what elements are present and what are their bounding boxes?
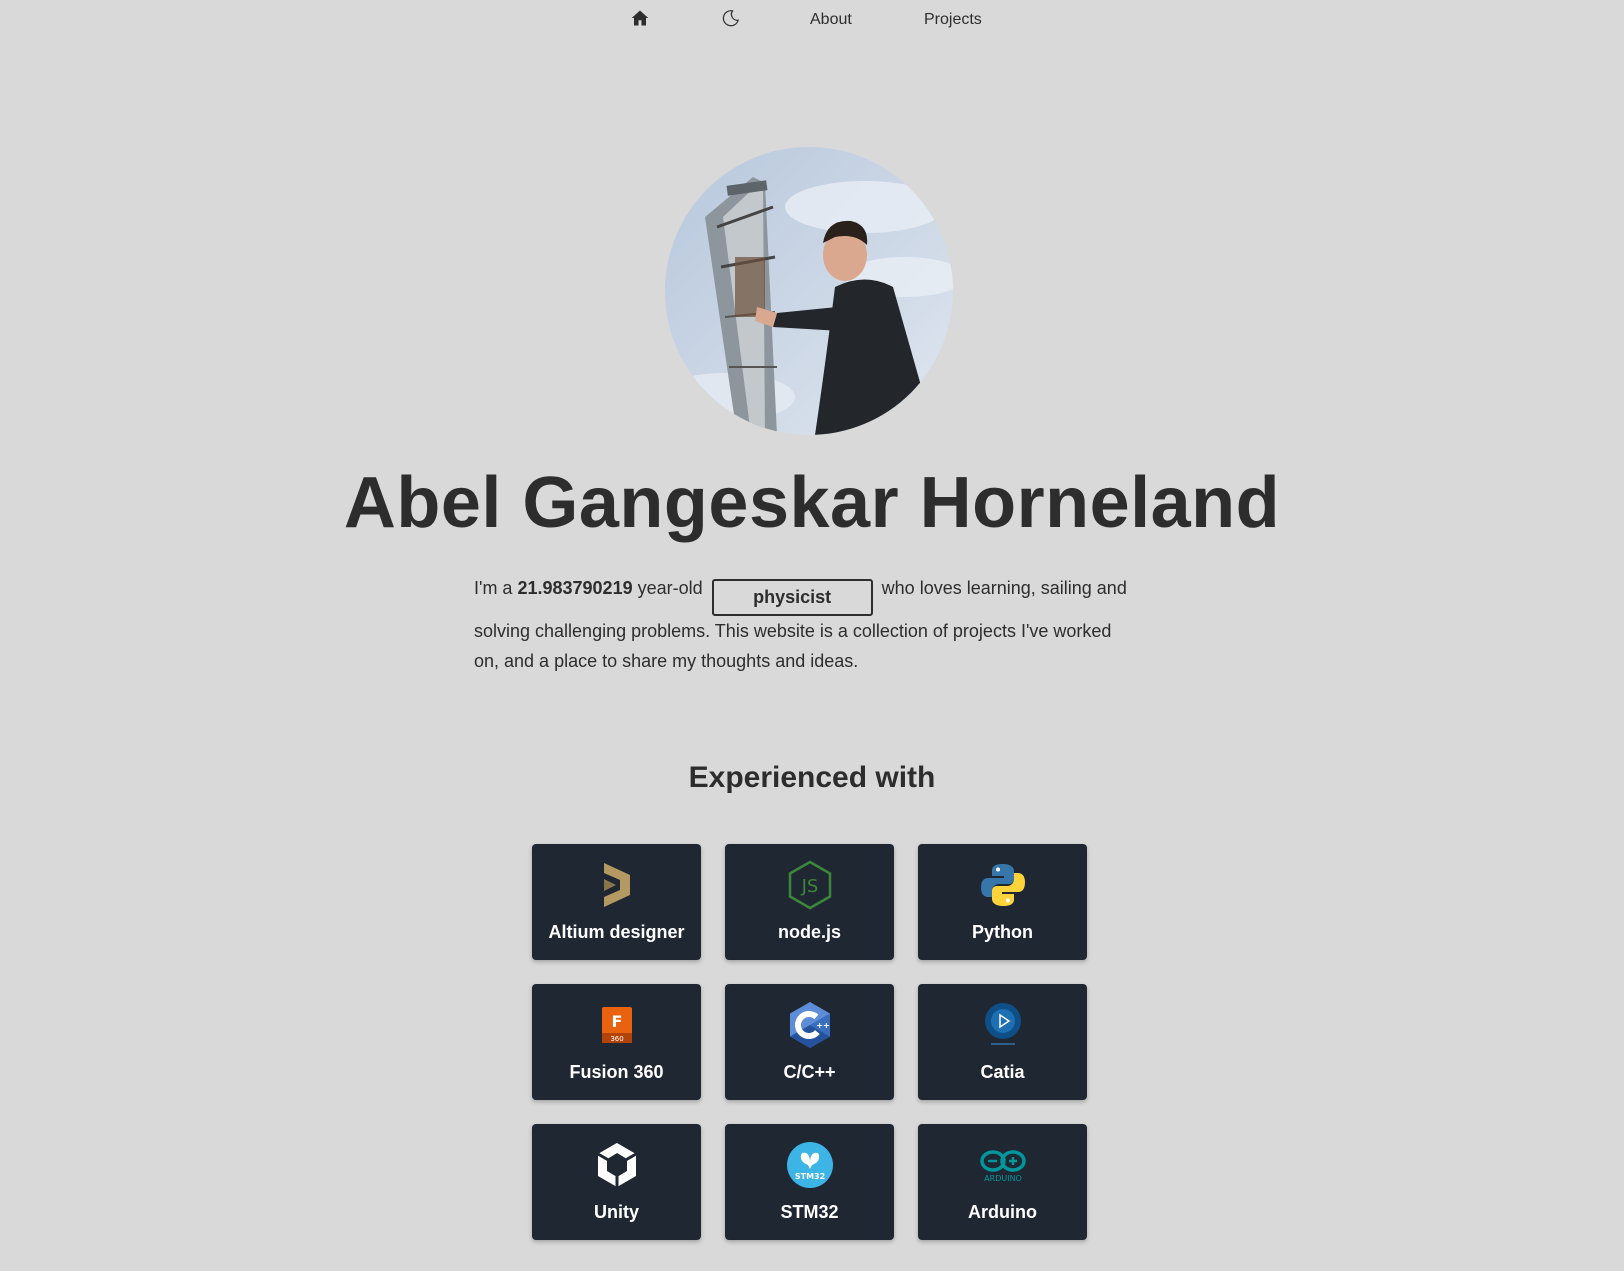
stm32-icon: STM32 — [785, 1140, 835, 1190]
skill-label: Altium designer — [548, 922, 685, 942]
page-title: Abel Gangeskar Horneland — [343, 463, 1281, 543]
svg-text:JS: JS — [800, 876, 818, 897]
svg-text:ARDUINO: ARDUINO — [984, 1174, 1022, 1183]
skill-label: Catia — [980, 1062, 1025, 1082]
unity-icon — [592, 1140, 642, 1190]
skill-card-nodejs[interactable]: JS node.js — [725, 844, 894, 960]
age-suffix: year-old — [637, 578, 703, 598]
profile-photo — [665, 147, 953, 435]
skill-label: C/C++ — [783, 1062, 836, 1082]
skill-label: node.js — [777, 922, 841, 942]
home-link[interactable] — [628, 8, 652, 32]
skills-heading: Experienced with — [688, 761, 936, 794]
skill-label: Fusion 360 — [569, 1062, 664, 1082]
catia-icon — [978, 1000, 1028, 1050]
age-value: 21.983790219 — [517, 578, 633, 598]
skill-card-arduino[interactable]: ARDUINO Arduino — [918, 1124, 1087, 1240]
skill-label: Arduino — [968, 1202, 1037, 1222]
svg-text:F: F — [611, 1012, 622, 1031]
skill-label: Python — [972, 922, 1033, 942]
nav-projects-link[interactable]: Projects — [924, 8, 982, 32]
cpp-icon: ++ — [785, 1000, 835, 1050]
altium-icon — [592, 860, 642, 910]
nav-about-link[interactable]: About — [810, 8, 852, 32]
top-nav: About Projects — [0, 0, 1624, 40]
svg-text:360: 360 — [610, 1035, 623, 1043]
svg-text:STM32: STM32 — [794, 1172, 824, 1181]
nodejs-icon: JS — [785, 860, 835, 910]
home-icon — [631, 9, 649, 32]
moon-icon — [722, 9, 740, 32]
fusion360-icon: F 360 — [592, 1000, 642, 1050]
skill-card-fusion360[interactable]: F 360 Fusion 360 — [532, 984, 701, 1100]
theme-toggle-button[interactable] — [719, 8, 743, 32]
skill-label: STM32 — [780, 1202, 839, 1222]
arduino-icon: ARDUINO — [978, 1140, 1028, 1190]
skill-card-altium[interactable]: Altium designer — [532, 844, 701, 960]
skill-label: Unity — [594, 1202, 639, 1222]
python-icon — [978, 860, 1028, 910]
skill-card-python[interactable]: Python — [918, 844, 1087, 960]
skill-card-stm32[interactable]: STM32 STM32 — [725, 1124, 894, 1240]
skill-card-cpp[interactable]: ++ C/C++ — [725, 984, 894, 1100]
skill-card-unity[interactable]: Unity — [532, 1124, 701, 1240]
svg-text:++: ++ — [816, 1021, 829, 1030]
intro-prefix: I'm a — [474, 578, 513, 598]
role-rotator: physicist — [711, 579, 873, 616]
intro-paragraph: I'm a 21.983790219 year-old physicist wh… — [474, 573, 1134, 676]
skill-card-catia[interactable]: Catia — [918, 984, 1087, 1100]
skills-grid: Altium designer JS node.js Python F 360 … — [532, 844, 1088, 1240]
